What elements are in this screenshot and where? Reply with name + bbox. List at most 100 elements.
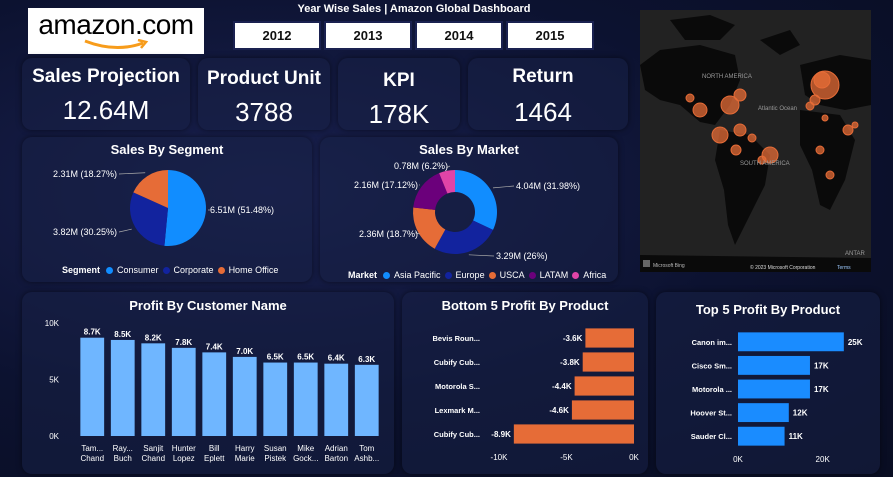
customer-bar-value: 7.8K	[175, 338, 192, 347]
logo-text: amazon.com	[38, 9, 194, 40]
bottom5-category-label: Motorola S...	[435, 382, 480, 391]
customer-bar-value: 7.0K	[236, 347, 253, 356]
customer-bar-value: 6.5K	[267, 353, 284, 362]
top5-bar	[738, 379, 810, 399]
customer-name-label: Tom	[359, 444, 374, 453]
customer-name-label: Susan	[264, 444, 287, 453]
top5-category-label: Motorola ...	[692, 385, 732, 394]
market-legend-title: Market	[348, 270, 378, 280]
donut-slice-asia-pacific	[455, 170, 497, 230]
bottom5-x-tick: -10K	[491, 453, 509, 462]
bottom5-bar	[513, 424, 634, 444]
legend-label-consumer: Consumer	[117, 265, 159, 275]
donut-label-africa: 0.78M (6.2%)	[394, 161, 448, 171]
legend-dot-asia-pacific	[383, 271, 391, 279]
customer-bar-value: 6.4K	[328, 354, 345, 363]
top5-bar-value: 17K	[814, 361, 829, 370]
legend-dot-europe	[444, 271, 452, 279]
top-5-profit-chart: Canon im... 25K Cisco Sm... 17K Motorola ...…	[690, 332, 863, 464]
bing-logo-icon	[643, 260, 650, 267]
map-canvas: NORTH AMERICA Atlantic Ocean SOUTH AMERI…	[640, 10, 871, 272]
customer-bar-value: 8.2K	[145, 333, 162, 342]
donut-leader-asia-pacific	[492, 185, 515, 189]
legend-label-usca: USCA	[499, 270, 525, 280]
market-legend: Market Asia Pacific Europe USCA LATAM Af…	[348, 270, 606, 280]
top5-category-label: Sauder Cl...	[691, 432, 732, 441]
pie-slice-consumer	[164, 170, 207, 246]
bottom5-bar-value: -4.6K	[549, 406, 569, 415]
bottom5-category-label: Cubify Cub...	[434, 358, 480, 367]
map-attribution-copyright: © 2023 Microsoft Corporation	[750, 264, 816, 271]
map-attribution-bing: Microsoft Bing	[653, 263, 685, 269]
legend-label-europe: Europe	[455, 270, 485, 280]
bottom5-bar-value: -8.9K	[491, 430, 511, 439]
bottom5-bar	[574, 376, 634, 396]
map-label-atlantic: Atlantic Ocean	[758, 106, 797, 112]
customer-bar-value: 8.7K	[84, 328, 101, 337]
map-label-antar: ANTAR	[845, 251, 866, 257]
customer-bar	[141, 343, 166, 436]
year-button-2013[interactable]: 2013	[324, 21, 412, 50]
bottom5-bar	[582, 352, 634, 372]
customer-bar-value: 7.4K	[206, 342, 223, 351]
top5-bar-value: 12K	[793, 409, 808, 418]
sales-by-market-chart: 4.04M (31.98%) 3.29M (26%) 2.36M (18.7%) 2.…	[354, 161, 580, 261]
y-tick-label: 10K	[45, 319, 60, 328]
customer-bar	[232, 356, 257, 436]
bottom5-category-label: Bevis Roun...	[432, 334, 480, 343]
bottom5-bar-value: -4.4K	[552, 382, 572, 391]
map-terms-link[interactable]: Terms	[837, 265, 851, 271]
customer-bar	[354, 364, 379, 436]
customer-name-label: Mike	[297, 444, 314, 453]
legend-dot-corporate	[162, 266, 170, 274]
customer-bar	[171, 347, 196, 436]
customer-bar	[324, 363, 349, 436]
customer-bar	[263, 362, 288, 436]
world-map[interactable]: NORTH AMERICA Atlantic Ocean SOUTH AMERI…	[640, 10, 871, 272]
customer-bar-value: 6.5K	[297, 353, 314, 362]
year-button-2012[interactable]: 2012	[233, 21, 321, 50]
bottom-5-profit-chart: Bevis Roun... -3.6K Cubify Cub... -3.8K Moto…	[432, 328, 640, 462]
top5-category-label: Canon im...	[692, 338, 732, 347]
customer-bar	[202, 352, 227, 436]
legend-dot-home-office	[217, 266, 225, 274]
legend-label-corporate: Corporate	[173, 265, 214, 275]
customer-name-label: Harry	[235, 444, 255, 453]
pie-leader-corporate	[118, 228, 132, 233]
customer-name-label: Sanjit	[143, 444, 164, 453]
top5-bar	[738, 355, 810, 375]
top5-bar-value: 25K	[848, 338, 863, 347]
customer-name-label: Lopez	[173, 454, 195, 463]
pie-leader-home-office	[118, 172, 146, 175]
legend-label-africa: Africa	[583, 270, 607, 280]
customer-name-label: Chand	[141, 454, 165, 463]
customer-name-label: Eplett	[204, 454, 225, 463]
smile-arrow-icon	[84, 39, 149, 49]
customer-bar-value: 6.3K	[358, 355, 375, 364]
amazon-logo: amazon.com	[28, 8, 204, 54]
segment-legend-title: Segment	[62, 265, 101, 275]
profit-by-customer-title: Profit By Customer Name	[129, 298, 287, 313]
bottom5-bar	[585, 328, 634, 348]
legend-dot-usca	[488, 271, 496, 279]
top5-x-tick: 20K	[816, 455, 831, 464]
bottom5-bar-value: -3.6K	[563, 334, 583, 343]
top5-bar	[738, 332, 844, 352]
map-label-north-america: NORTH AMERICA	[702, 74, 752, 80]
customer-name-label: Adrian	[325, 444, 348, 453]
year-button-2015[interactable]: 2015	[506, 21, 594, 50]
customer-name-label: Marie	[235, 454, 256, 463]
customer-bar	[110, 339, 135, 436]
bottom5-bar	[571, 400, 634, 420]
top5-bar-value: 17K	[814, 385, 829, 394]
kpi-label-return: Return	[512, 66, 574, 87]
y-tick-label: 0K	[49, 432, 59, 441]
kpi-value-kpi: 178K	[368, 99, 430, 129]
legend-label-asia-pacific: Asia Pacific	[394, 270, 441, 280]
bottom-5-profit-title: Bottom 5 Profit By Product	[441, 298, 609, 313]
year-button-2014[interactable]: 2014	[415, 21, 503, 50]
donut-label-europe: 3.29M (26%)	[496, 251, 548, 261]
kpi-label-kpi: KPI	[383, 70, 415, 91]
donut-label-asia-pacific: 4.04M (31.98%)	[516, 181, 580, 191]
bottom5-category-label: Lexmark M...	[435, 406, 480, 415]
